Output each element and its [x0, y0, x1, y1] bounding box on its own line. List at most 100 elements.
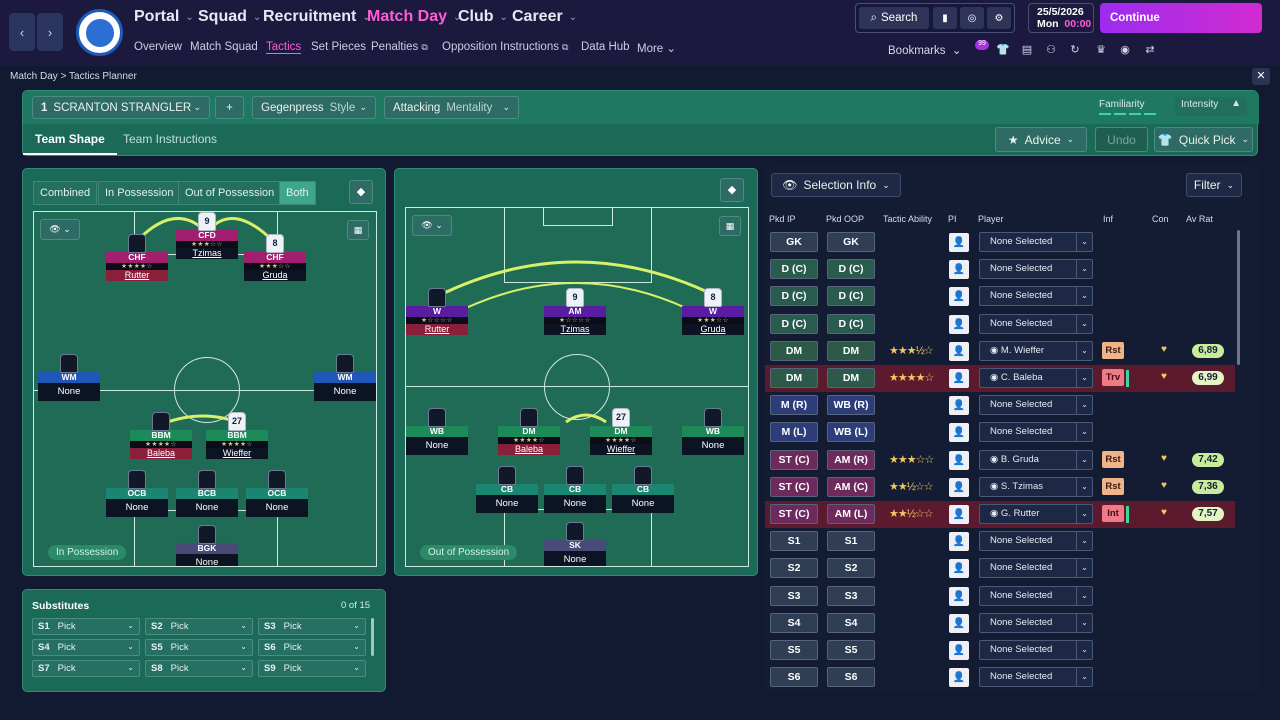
menu-recruitment[interactable]: Recruitment ⌄ [263, 8, 371, 26]
pkd-ip-button[interactable]: D (C) [770, 286, 818, 307]
scrollbar[interactable] [371, 618, 374, 656]
menu-match-day[interactable]: Match Day ⌄ [367, 8, 461, 26]
familiarity-tab[interactable]: Familiarity [1093, 97, 1169, 116]
pkd-ip-button[interactable]: D (C) [770, 313, 818, 334]
pkd-ip-button[interactable]: M (L) [770, 422, 818, 443]
pkd-ip-button[interactable]: S2 [770, 558, 818, 579]
pkd-ip-button[interactable]: S6 [770, 667, 818, 688]
pkd-oop-button[interactable]: GK [827, 232, 875, 252]
pkd-oop-button[interactable]: S5 [827, 640, 875, 660]
player-instructions-icon[interactable]: 👤 [949, 559, 969, 579]
table-row[interactable]: S6 S6 👤 None Selected ⌄ [765, 664, 1235, 689]
player-instructions-icon[interactable]: 👤 [949, 532, 969, 552]
sub-slot-s6[interactable]: S6 Pick ⌄ [258, 639, 366, 656]
player-select[interactable]: None Selected ⌄ [979, 232, 1093, 252]
selection-info-select[interactable]: 👁 Selection Info ⌄ [771, 173, 901, 197]
player-instructions-icon[interactable]: 👤 [949, 396, 969, 416]
player-select[interactable]: None Selected ⌄ [979, 531, 1093, 552]
player-name[interactable]: Wieffer [206, 448, 268, 459]
grid-icon[interactable]: ▦ [719, 216, 741, 236]
pkd-oop-button[interactable]: WB (L) [827, 422, 875, 443]
table-row[interactable]: M (R) WB (R) 👤 None Selected ⌄ [765, 392, 1235, 419]
player-instructions-icon[interactable]: 👤 [949, 586, 969, 606]
globe-icon[interactable]: ◎ [960, 7, 984, 29]
player-select[interactable]: None Selected ⌄ [979, 640, 1093, 660]
ip-player-card[interactable]: BGK None [176, 525, 238, 566]
player-name[interactable]: Rutter [106, 270, 168, 281]
trophy-icon[interactable]: ♛ [1094, 43, 1108, 57]
pkd-ip-button[interactable]: S3 [770, 585, 818, 606]
table-row[interactable]: D (C) D (C) 👤 None Selected ⌄ [765, 283, 1235, 310]
mode-combined[interactable]: Combined [33, 181, 98, 205]
grid-icon[interactable]: ▦ [347, 220, 369, 240]
pkd-oop-button[interactable]: S3 [827, 585, 875, 606]
player-select[interactable]: ◉ B. Gruda ⌄ [979, 449, 1093, 470]
table-row[interactable]: GK GK 👤 None Selected ⌄ [765, 229, 1235, 256]
player-name[interactable]: None [612, 495, 674, 513]
player-select[interactable]: None Selected ⌄ [979, 667, 1093, 688]
refresh-icon[interactable]: ↻ [1068, 43, 1082, 57]
player-select[interactable]: None Selected ⌄ [979, 259, 1093, 280]
header-player[interactable]: Player [978, 214, 1004, 224]
header-inf[interactable]: Inf [1103, 214, 1113, 224]
header-con[interactable]: Con [1152, 214, 1169, 224]
player-name[interactable]: None [106, 499, 168, 517]
ip-player-card[interactable]: 8 CHF ★★★☆☆ Gruda [244, 234, 306, 281]
mode-out-of-possession[interactable]: Out of Possession [178, 181, 282, 205]
sub-slot-s1[interactable]: S1 Pick ⌄ [32, 618, 140, 635]
player-name[interactable]: None [246, 499, 308, 517]
pkd-oop-button[interactable]: AM (L) [827, 504, 875, 524]
player-instructions-icon[interactable]: 👤 [949, 641, 969, 660]
close-icon[interactable]: ✕ [1252, 68, 1270, 85]
pkd-ip-button[interactable]: S4 [770, 612, 818, 633]
shirt-icon[interactable]: 👕 [996, 43, 1010, 57]
sub-slot-s3[interactable]: S3 Pick ⌄ [258, 618, 366, 635]
oop-player-card[interactable]: W ★☆☆☆☆ Rutter [406, 288, 468, 335]
player-name[interactable]: None [176, 499, 238, 517]
sub-set-pieces[interactable]: Set Pieces [311, 41, 366, 53]
undo-button[interactable]: Undo [1095, 127, 1148, 152]
tab-team-instructions[interactable]: Team Instructions [111, 132, 229, 146]
pkd-oop-button[interactable]: S2 [827, 558, 875, 579]
ip-player-card[interactable]: BBM ★★★★☆ Baleba [130, 412, 192, 459]
pkd-ip-button[interactable]: ST (C) [770, 476, 818, 497]
player-select[interactable]: ◉ S. Tzimas ⌄ [979, 476, 1093, 497]
player-select[interactable]: None Selected ⌄ [979, 422, 1093, 443]
player-select[interactable]: None Selected ⌄ [979, 313, 1093, 334]
transfer-icon[interactable]: ⇄ [1143, 43, 1157, 57]
table-row[interactable]: ST (C) AM (R) ★★★☆☆ 👤 ◉ B. Gruda ⌄ Rst ♥ 7,42 [765, 447, 1235, 474]
player-instructions-icon[interactable]: 👤 [949, 369, 969, 388]
pkd-ip-button[interactable]: S1 [770, 531, 818, 552]
pkd-ip-button[interactable]: M (R) [770, 395, 818, 416]
bookmark-icon[interactable]: ▮ [933, 7, 957, 29]
table-row[interactable]: ST (C) AM (L) ★★½☆☆ 👤 ◉ G. Rutter ⌄ Int ♥ 7,57 [765, 501, 1235, 528]
ip-player-card[interactable]: OCB None [246, 470, 308, 517]
visibility-toggle[interactable]: 👁 ⌄ [40, 219, 80, 240]
people-icon[interactable]: ⚇ [1044, 43, 1058, 57]
sub-slot-s9[interactable]: S9 Pick ⌄ [258, 660, 366, 677]
ip-player-card[interactable]: 9 CFD ★★★☆☆ Tzimas [176, 212, 238, 259]
menu-career[interactable]: Career ⌄ [512, 8, 577, 26]
player-instructions-icon[interactable]: 👤 [949, 260, 969, 280]
pkd-ip-button[interactable]: D (C) [770, 259, 818, 280]
sub-more[interactable]: More ⌄ [637, 41, 676, 55]
player-instructions-icon[interactable]: 👤 [949, 423, 969, 443]
pkd-oop-button[interactable]: WB (R) [827, 395, 875, 416]
filter-button[interactable]: Filter ⌄ [1186, 173, 1242, 197]
table-row[interactable]: M (L) WB (L) 👤 None Selected ⌄ [765, 419, 1235, 446]
pkd-oop-button[interactable]: AM (C) [827, 476, 875, 497]
target-icon[interactable]: ◉ [1118, 43, 1132, 57]
header-pkd-ip[interactable]: Pkd IP [769, 214, 796, 224]
table-row[interactable]: S5 S5 👤 None Selected ⌄ [765, 637, 1235, 664]
player-select[interactable]: None Selected ⌄ [979, 286, 1093, 307]
pkd-ip-button[interactable]: S5 [770, 640, 818, 660]
bookmarks-menu[interactable]: Bookmarks ⌄ [888, 43, 962, 57]
table-row[interactable]: S2 S2 👤 None Selected ⌄ [765, 555, 1235, 582]
oop-player-card[interactable]: CB None [544, 466, 606, 513]
pkd-oop-button[interactable]: S1 [827, 531, 875, 552]
pkd-oop-button[interactable]: DM [827, 340, 875, 361]
back-button[interactable]: ‹ [9, 13, 35, 51]
pkd-oop-button[interactable]: S6 [827, 667, 875, 688]
tactic-select[interactable]: 1 SCRANTON STRANGLER ⌄ [32, 96, 210, 119]
pkd-ip-button[interactable]: DM [770, 368, 818, 388]
